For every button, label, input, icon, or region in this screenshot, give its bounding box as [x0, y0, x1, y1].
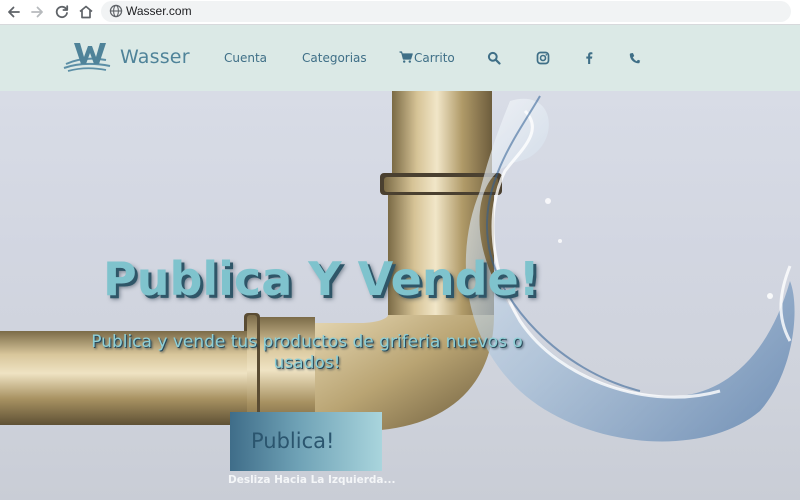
- address-bar[interactable]: Wasser.com: [101, 1, 791, 22]
- swipe-hint: Desliza Hacia La Izquierda...: [228, 474, 396, 486]
- url-text: Wasser.com: [126, 4, 192, 18]
- publica-button[interactable]: Publica!: [230, 412, 382, 471]
- forward-arrow-icon[interactable]: [28, 3, 46, 21]
- brand-name: Wasser: [120, 46, 190, 68]
- globe-icon: [109, 4, 123, 18]
- nav-cuenta-link[interactable]: Cuenta: [224, 51, 267, 65]
- hero-subtitle: Publica y vende tus productos de griferi…: [91, 332, 523, 373]
- search-icon[interactable]: [487, 51, 501, 65]
- reload-icon[interactable]: [53, 3, 71, 21]
- nav-carrito-link[interactable]: Carrito: [399, 51, 455, 65]
- hero-banner: Publica Y Vende! Publica y vende tus pro…: [0, 91, 800, 500]
- browser-toolbar: Wasser.com: [0, 0, 800, 25]
- back-arrow-icon[interactable]: [5, 3, 23, 21]
- wasser-logo[interactable]: Wasser: [60, 39, 190, 77]
- site-header: Wasser Cuenta Categorias Carrito: [0, 25, 800, 91]
- cart-icon: [399, 51, 413, 63]
- nav-carrito-label: Carrito: [414, 51, 455, 65]
- facebook-icon[interactable]: [582, 51, 596, 65]
- instagram-icon[interactable]: [536, 51, 550, 65]
- publica-button-label: Publica!: [251, 429, 335, 453]
- wasser-logo-mark-icon: [63, 43, 111, 72]
- hero-title: Publica Y Vende!: [103, 252, 540, 306]
- home-icon[interactable]: [77, 3, 95, 21]
- phone-icon[interactable]: [628, 51, 642, 65]
- nav-categorias-link[interactable]: Categorias: [302, 51, 367, 65]
- page: Wasser.com Wasser Cuenta Categorias Carr…: [0, 0, 800, 500]
